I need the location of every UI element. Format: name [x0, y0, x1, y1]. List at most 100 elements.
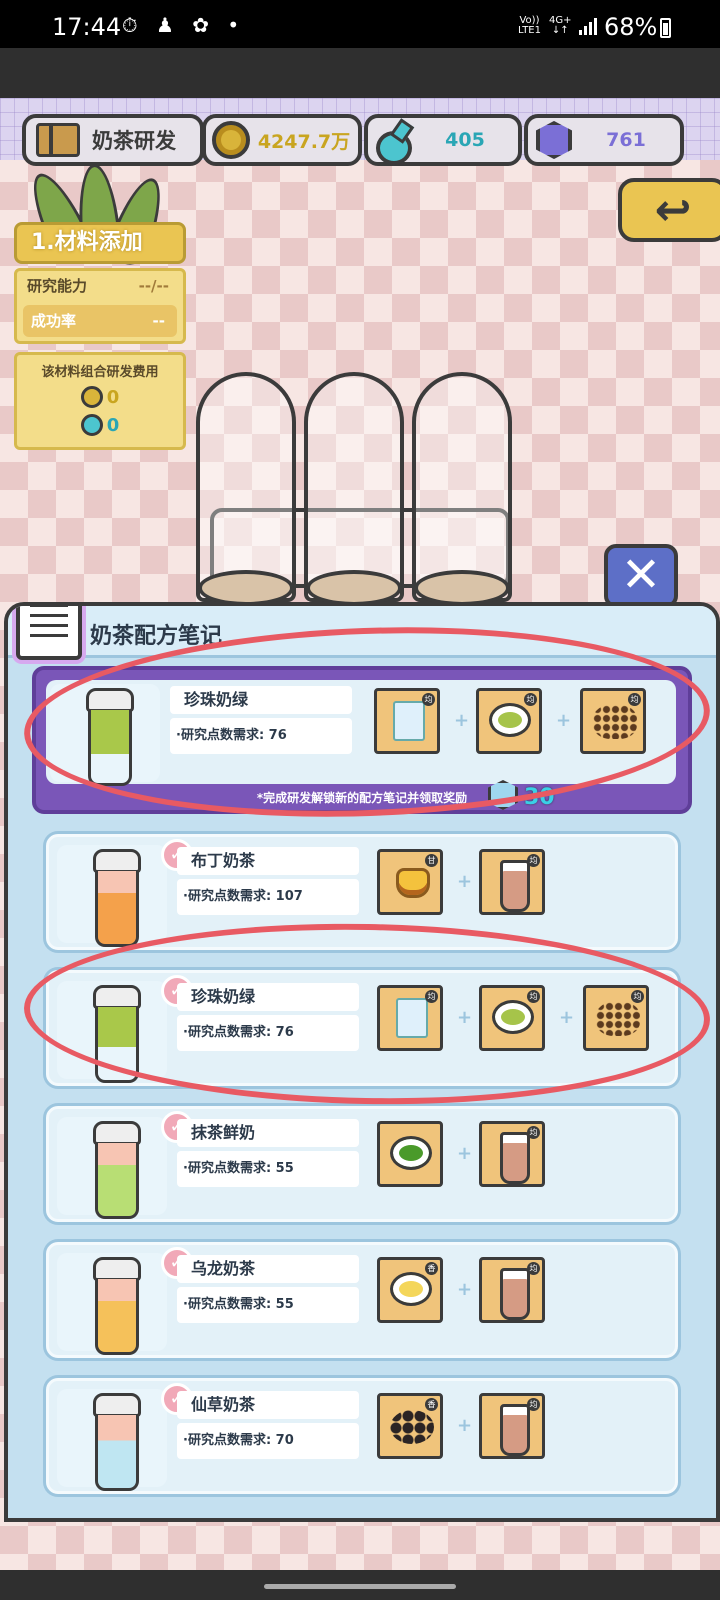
tag: 香	[425, 1262, 438, 1275]
recipe-requirement: ·研究点数需求: 55	[177, 1151, 359, 1187]
cup-lid	[86, 688, 134, 712]
plus-sign: +	[559, 1007, 575, 1028]
plus-sign: +	[457, 1279, 473, 1300]
tube-base	[306, 570, 402, 606]
green-tea-ingredient[interactable]: 均	[479, 985, 545, 1051]
success-value: --	[152, 312, 165, 330]
gold-amount: 4247.7万	[257, 130, 351, 153]
plus-sign: +	[556, 710, 572, 731]
battery-icon	[660, 18, 671, 38]
oolong-ingredient[interactable]: 香	[377, 1257, 443, 1323]
tag: 香	[425, 1398, 438, 1411]
recipe-requirement: ·研究点数需求: 76	[170, 718, 352, 754]
tapioca-pearls-icon	[593, 705, 637, 739]
matcha-ingredient[interactable]	[377, 1121, 443, 1187]
tube-base	[414, 570, 510, 606]
back-arrow-icon: ↩	[654, 184, 692, 236]
recipe-requirement: ·研究点数需求: 76	[177, 1015, 359, 1051]
recipe-card[interactable]: ✓ 乌龙奶茶 ·研究点数需求: 55 香 + 均	[46, 1242, 678, 1358]
signal-icon	[579, 18, 597, 35]
tea-cup-icon	[489, 703, 531, 737]
pearls-ingredient[interactable]: 均	[583, 985, 649, 1051]
ingredient-tube-2[interactable]	[304, 372, 404, 602]
cup-body	[95, 1279, 139, 1355]
ingredient-tube-3[interactable]	[412, 372, 512, 602]
book-icon	[36, 123, 80, 157]
cup-body	[95, 871, 139, 947]
network-gen-indicator: 4G+ ↓↑	[549, 16, 572, 36]
ability-row: 研究能力 --/--	[17, 271, 183, 303]
tag: 甘	[425, 854, 438, 867]
recipe-card-inner: ✓ 珍珠奶绿 ·研究点数需求: 76 均 + 均 + 均	[53, 975, 671, 1083]
back-button[interactable]: ↩	[618, 178, 720, 242]
recipe-list[interactable]: 珍珠奶绿 ·研究点数需求: 76 均 + 均 + 均 *完成研发解锁新的配方笔记…	[22, 666, 702, 1514]
milk-ingredient[interactable]: 均	[374, 688, 440, 754]
tag: 均	[422, 693, 435, 706]
close-button[interactable]: ✕	[604, 544, 678, 608]
oolong-cup-icon	[390, 1272, 432, 1306]
recipe-card[interactable]: ✓ 珍珠奶绿 ·研究点数需求: 76 均 + 均 + 均	[46, 970, 678, 1086]
cup-frame	[57, 981, 167, 1083]
recipe-requirement: ·研究点数需求: 70	[177, 1423, 359, 1459]
grass-jelly-ingredient[interactable]: 香	[377, 1393, 443, 1459]
potion-icon	[374, 121, 412, 165]
plus-sign: +	[457, 1007, 473, 1028]
tag: 均	[527, 1126, 540, 1139]
green-tea-ingredient[interactable]: 均	[476, 688, 542, 754]
cup-lid	[93, 985, 141, 1009]
milk-tea-cup-icon	[93, 985, 141, 1085]
milk-tea-cup-icon	[93, 1393, 141, 1493]
ingredient-tube-1[interactable]	[196, 372, 296, 602]
milk-tea-glass-icon	[500, 860, 530, 912]
potion-icon	[80, 414, 103, 436]
cup-lid	[93, 849, 141, 873]
recipe-name: 抹茶鲜奶	[177, 1119, 359, 1147]
cup-frame	[57, 1389, 167, 1491]
recipe-name: 珍珠奶绿	[170, 686, 352, 714]
milk-tea-cup-icon	[93, 1257, 141, 1357]
cost-title: 该材料组合研发费用	[41, 365, 159, 380]
milk-tea-cup-icon	[93, 1121, 141, 1221]
milk-tea-ingredient[interactable]: 均	[479, 1393, 545, 1459]
milk-tea-ingredient[interactable]: 均	[479, 1257, 545, 1323]
notification-icons: ⏱ ♟ ✿ •	[122, 13, 246, 37]
hud-gold[interactable]: 4247.7万	[202, 114, 362, 166]
recipe-card[interactable]: ✓ 布丁奶茶 ·研究点数需求: 107 甘 + 均	[46, 834, 678, 950]
cup-frame	[57, 845, 167, 947]
milk-ingredient[interactable]: 均	[377, 985, 443, 1051]
plus-sign: +	[454, 710, 470, 731]
tag: 均	[631, 990, 644, 1003]
milk-tea-ingredient[interactable]: 均	[479, 849, 545, 915]
hud-gem[interactable]: 761	[524, 114, 684, 166]
cup-lid	[93, 1393, 141, 1417]
recipe-book-panel: 奶茶配方笔记 珍珠奶绿 ·研究点数需求: 76 均 + 均 + 均 *完成研发解…	[4, 602, 720, 1522]
tag: 均	[527, 1398, 540, 1411]
recipe-card[interactable]: ✓ 仙草奶茶 ·研究点数需求: 70 香 + 均	[46, 1378, 678, 1494]
recipe-card[interactable]: ✓ 抹茶鲜奶 ·研究点数需求: 55 + 均	[46, 1106, 678, 1222]
cup-body	[95, 1143, 139, 1219]
milk-tea-ingredient[interactable]: 均	[479, 1121, 545, 1187]
lte-label: LTE1	[518, 25, 541, 36]
success-row: 成功率 --	[23, 305, 177, 337]
pearls-ingredient[interactable]: 均	[580, 688, 646, 754]
cost-gold-value: 0	[106, 386, 120, 408]
recipe-name: 仙草奶茶	[177, 1391, 359, 1419]
grass-jelly-icon	[390, 1410, 434, 1444]
reward-amount: 30	[524, 785, 555, 810]
recipe-card-inner: ✓ 乌龙奶茶 ·研究点数需求: 55 香 + 均	[53, 1247, 671, 1355]
recipe-requirement: ·研究点数需求: 107	[177, 879, 359, 915]
cost-panel: 该材料组合研发费用 0 0	[14, 352, 186, 450]
close-icon: ✕	[620, 547, 662, 603]
hud-potion[interactable]: 405	[364, 114, 522, 166]
home-indicator[interactable]	[264, 1584, 456, 1589]
cup-lid	[93, 1121, 141, 1145]
gem-icon	[536, 121, 572, 159]
data-arrows-icon: ↓↑	[551, 25, 569, 36]
plus-sign: +	[457, 1143, 473, 1164]
cost-potion: 0	[17, 414, 183, 436]
milk-tea-glass-icon	[500, 1132, 530, 1184]
recipe-card-inner: ✓ 抹茶鲜奶 ·研究点数需求: 55 + 均	[53, 1111, 671, 1219]
recipe-card-inner: ✓ 布丁奶茶 ·研究点数需求: 107 甘 + 均	[53, 839, 671, 947]
recipe-card-featured[interactable]: 珍珠奶绿 ·研究点数需求: 76 均 + 均 + 均 *完成研发解锁新的配方笔记…	[32, 666, 692, 814]
pudding-ingredient[interactable]: 甘	[377, 849, 443, 915]
